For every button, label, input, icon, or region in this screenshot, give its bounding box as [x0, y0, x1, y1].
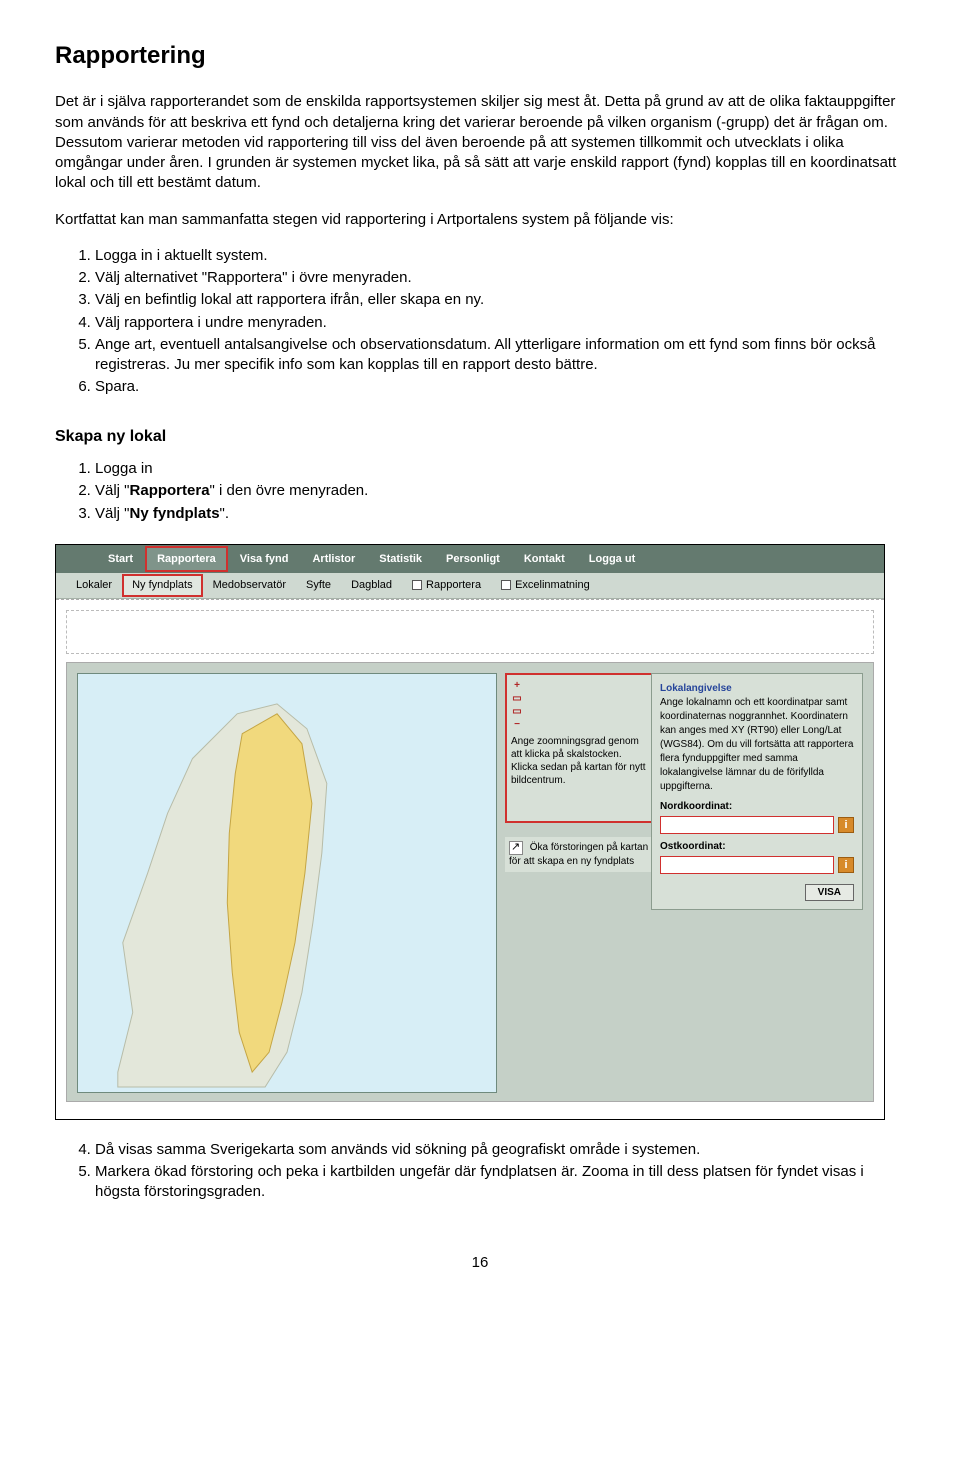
list-item: Välj rapportera i undre menyraden. [95, 313, 905, 333]
visa-button[interactable]: VISA [805, 884, 854, 901]
steps-list-2: Logga in Välj "Rapportera" i den övre me… [55, 459, 905, 524]
screenshot-panel: Start Rapportera Visa fynd Artlistor Sta… [55, 544, 885, 1120]
placeholder-box [66, 610, 874, 654]
content-area: + ▭ ▭ − Ange zoomningsgrad genom att kli… [56, 599, 884, 1119]
top-nav: Start Rapportera Visa fynd Artlistor Sta… [56, 545, 884, 573]
scale-icon: ▭ [511, 692, 523, 705]
list-item: Välj en befintlig lokal att rapportera i… [95, 290, 905, 310]
subnav-rapportera[interactable]: Rapportera [402, 574, 491, 597]
list-item: Logga in i aktuellt system. [95, 246, 905, 266]
nav-statistik[interactable]: Statistik [367, 546, 434, 573]
list-item: Spara. [95, 377, 905, 397]
sweden-map[interactable] [77, 673, 497, 1093]
page-number: 16 [55, 1253, 905, 1273]
magnify-text: Öka förstoringen på kartan för att skapa… [509, 842, 648, 867]
magnify-instructions-box: Öka förstoringen på kartan för att skapa… [505, 837, 655, 872]
form-title: Lokalangivelse [660, 682, 854, 696]
intro-paragraph: Det är i själva rapporterandet som de en… [55, 92, 905, 193]
sub-nav: Lokaler Ny fyndplats Medobservatör Syfte… [56, 573, 884, 599]
ostkoordinat-input[interactable] [660, 856, 834, 874]
info-icon[interactable]: i [838, 857, 854, 873]
text: " i den övre menyraden. [210, 482, 369, 499]
checkbox-icon [501, 580, 511, 590]
plus-icon: + [511, 679, 523, 692]
subnav-syfte[interactable]: Syfte [296, 574, 341, 597]
minus-icon: − [511, 718, 523, 731]
steps-list-3: Då visas samma Sverigekarta som används … [55, 1140, 905, 1203]
list-item: Välj "Rapportera" i den övre menyraden. [95, 481, 905, 501]
subnav-excelinmatning[interactable]: Excelinmatning [491, 574, 600, 597]
zoom-instructions-text: Ange zoomningsgrad genom att klicka på s… [511, 735, 649, 787]
nav-personligt[interactable]: Personligt [434, 546, 512, 573]
map-svg [78, 674, 496, 1092]
subnav-medobservator[interactable]: Medobservatör [203, 574, 296, 597]
checkbox-icon [412, 580, 422, 590]
nav-start[interactable]: Start [96, 546, 145, 573]
page-title: Rapportering [55, 40, 905, 72]
map-panel: + ▭ ▭ − Ange zoomningsgrad genom att kli… [66, 662, 874, 1102]
nav-artlistor[interactable]: Artlistor [300, 546, 367, 573]
section-heading: Skapa ny lokal [55, 426, 905, 448]
bold-text: Rapportera [130, 482, 210, 499]
list-item: Ange art, eventuell antalsangivelse och … [95, 335, 905, 376]
nav-logga-ut[interactable]: Logga ut [577, 546, 647, 573]
list-item: Logga in [95, 459, 905, 479]
form-description: Ange lokalnamn och ett koordinatpar samt… [660, 696, 854, 794]
text: ". [220, 505, 230, 522]
lokalangivelse-form: Lokalangivelse Ange lokalnamn och ett ko… [651, 673, 863, 910]
text: Välj " [95, 505, 130, 522]
list-item: Välj alternativet "Rapportera" i övre me… [95, 268, 905, 288]
summary-paragraph: Kortfattat kan man sammanfatta stegen vi… [55, 210, 905, 230]
text: Välj " [95, 482, 130, 499]
subnav-label: Rapportera [426, 579, 481, 591]
subnav-lokaler[interactable]: Lokaler [66, 574, 122, 597]
steps-list-1: Logga in i aktuellt system. Välj alterna… [55, 246, 905, 398]
nav-kontakt[interactable]: Kontakt [512, 546, 577, 573]
nordkoordinat-label: Nordkoordinat: [660, 800, 854, 814]
subnav-label: Excelinmatning [515, 579, 590, 591]
list-item: Välj "Ny fyndplats". [95, 504, 905, 524]
nordkoordinat-input[interactable] [660, 816, 834, 834]
ostkoordinat-label: Ostkoordinat: [660, 840, 854, 854]
bold-text: Ny fyndplats [130, 505, 220, 522]
list-item: Då visas samma Sverigekarta som används … [95, 1140, 905, 1160]
list-item: Markera ökad förstoring och peka i kartb… [95, 1162, 905, 1203]
subnav-ny-fyndplats[interactable]: Ny fyndplats [122, 574, 203, 597]
nav-rapportera[interactable]: Rapportera [145, 546, 228, 573]
nav-visa-fynd[interactable]: Visa fynd [228, 546, 301, 573]
info-icon[interactable]: i [838, 817, 854, 833]
subnav-dagblad[interactable]: Dagblad [341, 574, 402, 597]
magnify-icon [509, 841, 523, 855]
scale-icon: ▭ [511, 705, 523, 718]
zoom-instructions-box: + ▭ ▭ − Ange zoomningsgrad genom att kli… [505, 673, 655, 823]
